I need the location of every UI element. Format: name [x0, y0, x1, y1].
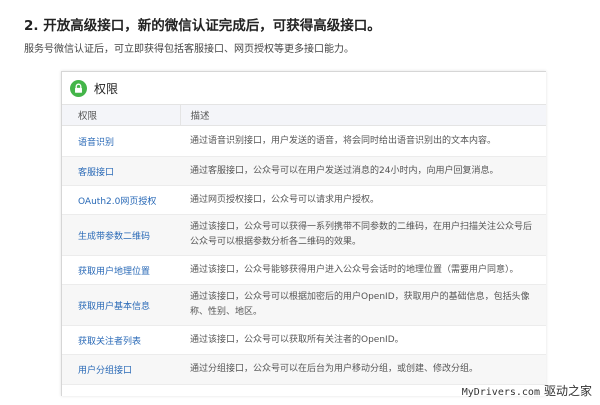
permission-link[interactable]: 用户分组接口 — [78, 366, 132, 376]
permission-link[interactable]: OAuth2.0网页授权 — [78, 197, 156, 207]
panel-title: 权限 — [94, 81, 119, 96]
table-row: 生成带参数二维码 通过该接口，公众号可以获得一系列携带不同参数的二维码，在用户扫… — [62, 214, 546, 256]
panel-header: 权限 — [62, 72, 546, 105]
permission-link[interactable]: 获取用户基本信息 — [78, 302, 150, 312]
table-row: 获取用户基本信息 通过该接口，公众号可以根据加密后的用户OpenID，获取用户的… — [62, 284, 546, 326]
section-heading: 2. 开放高级接口，新的微信认证完成后，可获得高级接口。 — [24, 18, 381, 34]
watermark-cn: 驱动之家 — [543, 384, 592, 398]
permissions-table: 权限 描述 语音识别 通过语音识别接口，用户发送的语音，将会同时给出语音识别出的… — [62, 105, 546, 385]
permission-description: 通过客服接口，公众号可以在用户发送过消息的24小时内，向用户回复消息。 — [180, 156, 546, 186]
table-header-row: 权限 描述 — [62, 105, 546, 126]
table-row: 客服接口 通过客服接口，公众号可以在用户发送过消息的24小时内，向用户回复消息。 — [62, 156, 546, 186]
permission-description: 通过分组接口，公众号可以在后台为用户移动分组，或创建、修改分组。 — [180, 354, 546, 385]
lock-icon — [70, 79, 87, 97]
permission-description: 通过该接口，公众号可以获得一系列携带不同参数的二维码，在用户扫描关注公众号后 公… — [180, 214, 546, 256]
table-row: 获取关注者列表 通过该接口，公众号可以获取所有关注者的OpenID。 — [62, 325, 546, 355]
permission-link[interactable]: 客服接口 — [78, 168, 114, 178]
permission-description: 通过该接口，公众号可以获取所有关注者的OpenID。 — [180, 325, 546, 355]
column-header-description: 描述 — [179, 105, 546, 126]
column-header-permission: 权限 — [62, 105, 180, 126]
table-row: 用户分组接口 通过分组接口，公众号可以在后台为用户移动分组，或创建、修改分组。 — [62, 354, 546, 385]
table-row: 获取用户地理位置 通过该接口，公众号能够获得用户进入公众号会话时的地理位置（需要… — [62, 255, 546, 285]
permission-description: 通过网页授权接口，公众号可以请求用户授权。 — [180, 185, 546, 215]
permission-link[interactable]: 获取用户地理位置 — [78, 267, 150, 277]
permissions-panel: 权限 权限 描述 语音识别 通过语音识别接口，用户发送的语音，将会同时给出语音识… — [61, 71, 546, 396]
intro-text: 服务号微信认证后，可立即获得包括客服接口、网页授权等更多接口能力。 — [24, 44, 354, 55]
permission-link[interactable]: 生成带参数二维码 — [78, 232, 150, 242]
watermark: MyDrivers.com 驱动之家 — [462, 382, 592, 399]
table-row: 语音识别 通过语音识别接口，用户发送的语音，将会同时给出语音识别出的文本内容。 — [62, 125, 546, 157]
permission-description: 通过语音识别接口，用户发送的语音，将会同时给出语音识别出的文本内容。 — [180, 125, 546, 157]
permission-link[interactable]: 获取关注者列表 — [78, 337, 141, 347]
permission-description: 通过该接口，公众号可以根据加密后的用户OpenID，获取用户的基础信息，包括头像… — [180, 284, 546, 326]
permission-description: 通过该接口，公众号能够获得用户进入公众号会话时的地理位置（需要用户同意）。 — [180, 255, 546, 285]
watermark-site: MyDrivers.com — [461, 387, 540, 398]
table-row: OAuth2.0网页授权 通过网页授权接口，公众号可以请求用户授权。 — [62, 185, 546, 215]
permission-link[interactable]: 语音识别 — [78, 138, 114, 148]
